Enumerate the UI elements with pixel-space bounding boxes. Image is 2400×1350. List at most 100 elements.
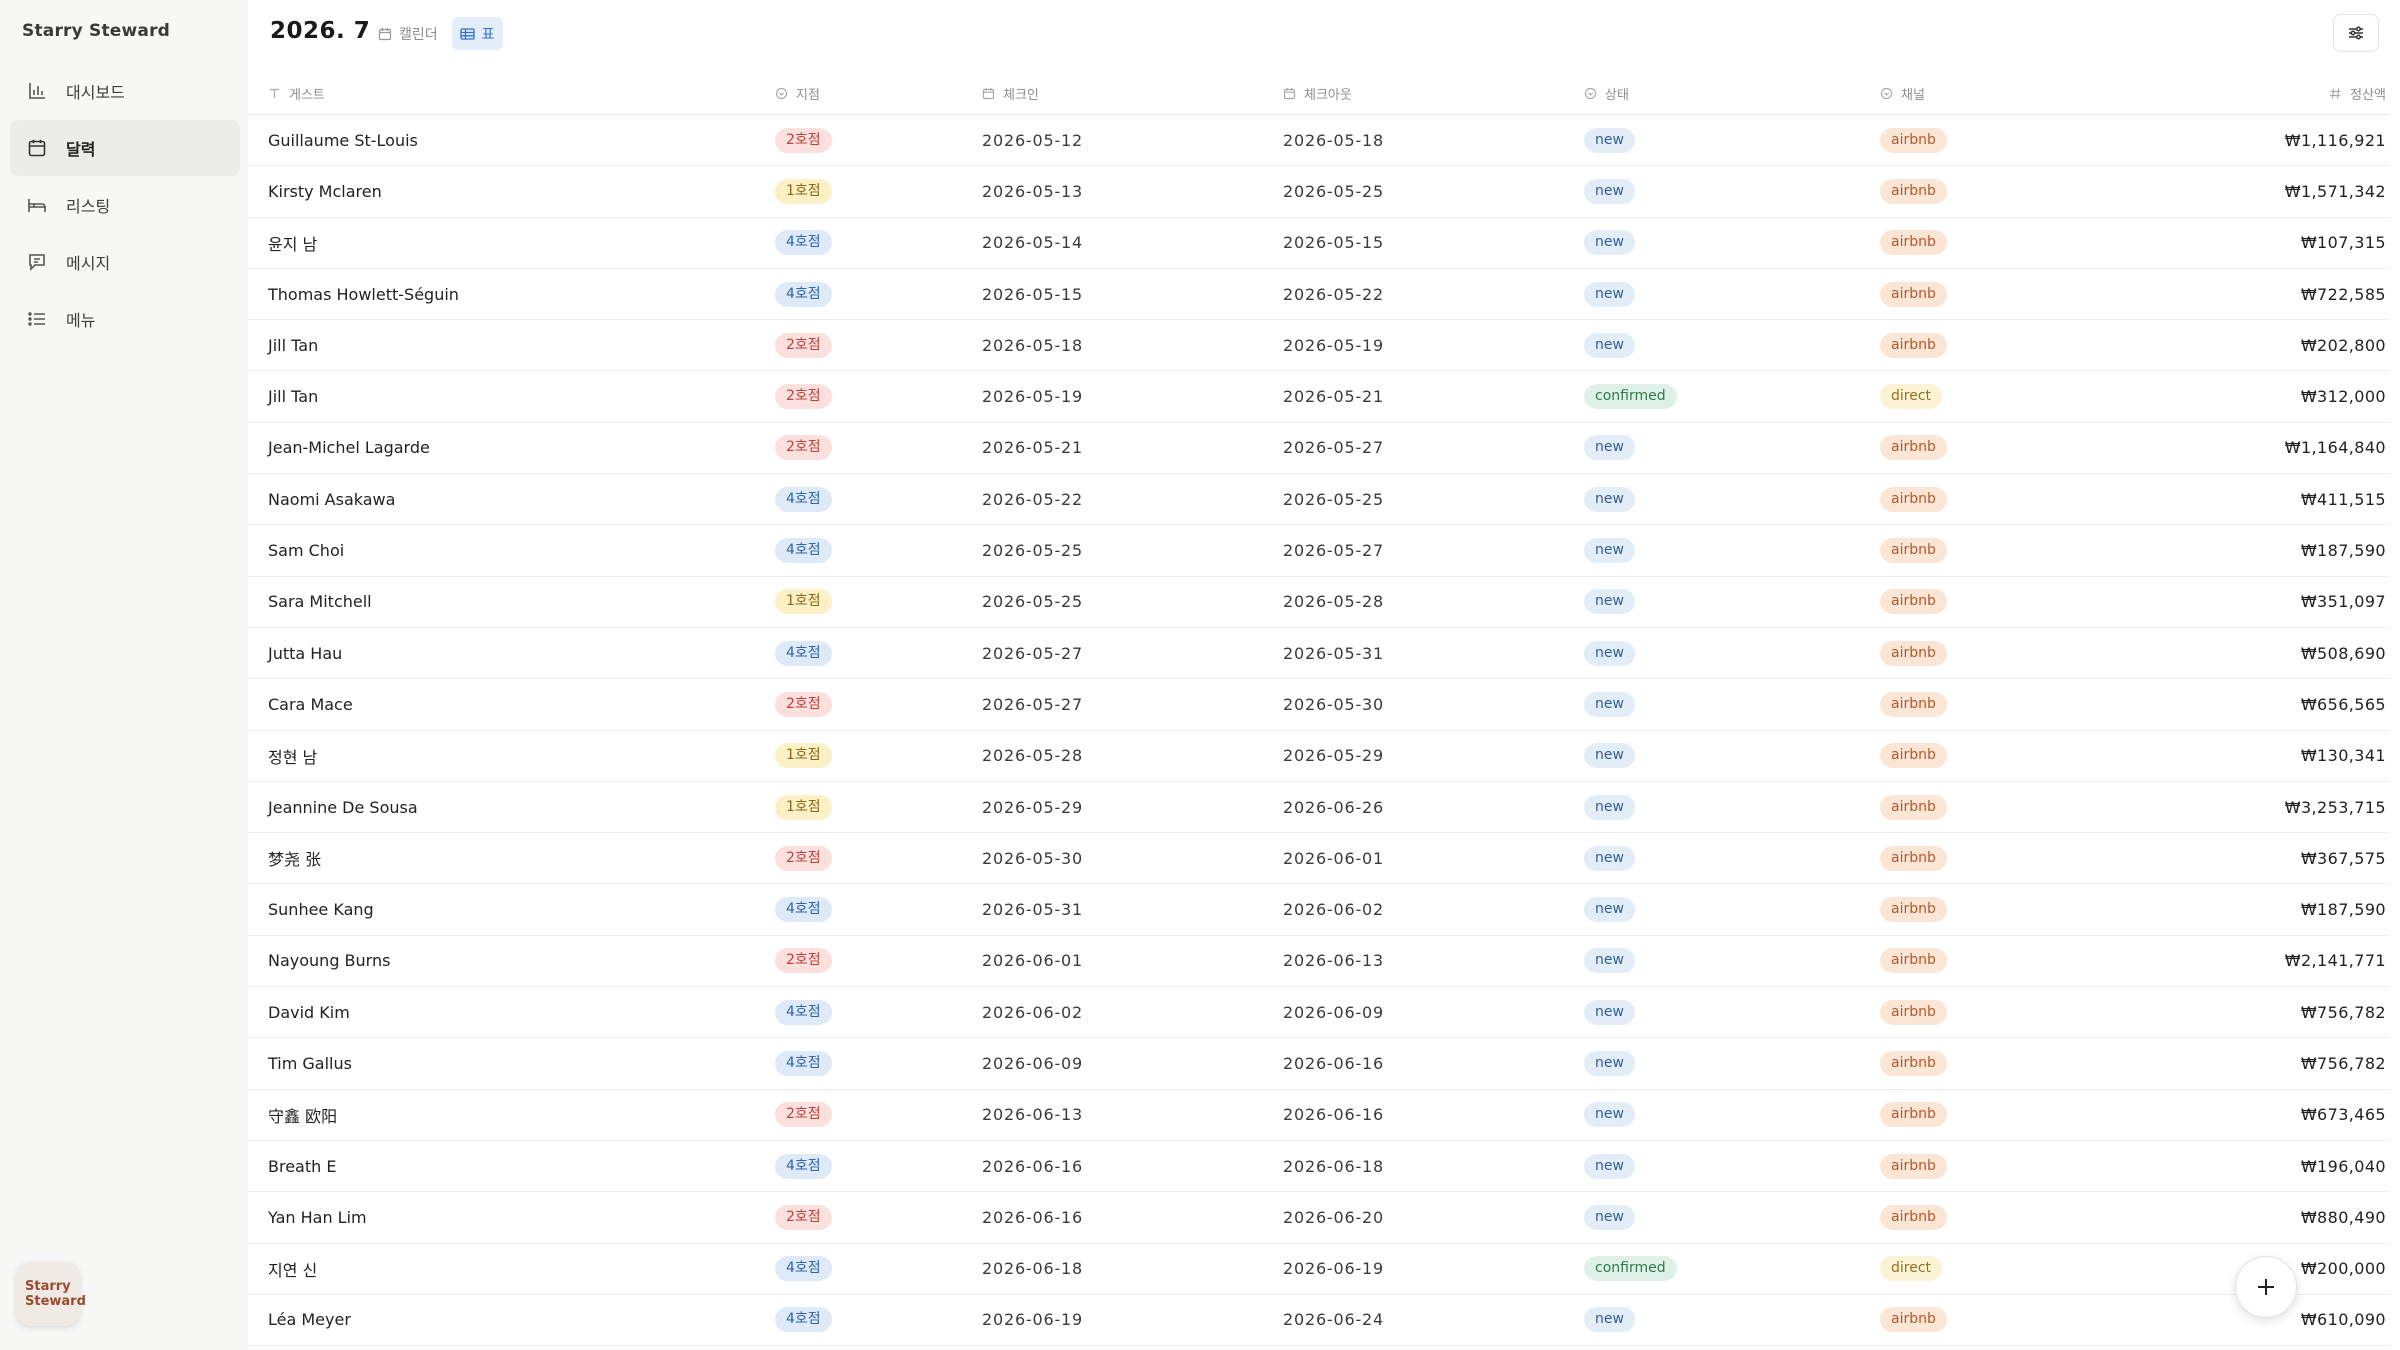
branch-cell: 4호점 [762,538,980,564]
sidebar-item-listing[interactable]: 리스팅 [10,177,240,233]
settlement-amount: ₩1,164,840 [2284,438,2386,458]
settlement-amount: ₩3,253,715 [2284,797,2386,817]
table-row[interactable]: Jill Tan 2호점 2026-05-18 2026-05-19 new airbnb… [248,320,2390,372]
branch-cell: 2호점 [762,948,980,974]
checkout-date: 2026-06-19 [1283,1259,1384,1279]
table-row[interactable]: Breath E 4호점 2026-06-16 2026-06-18 new airbnb… [248,1141,2390,1193]
table-row[interactable]: David Kim 4호점 2026-06-02 2026-06-09 new airbn… [248,987,2390,1039]
sidebar-item-dashboard[interactable]: 대시보드 [10,63,240,119]
channel-badge: airbnb [1880,794,1947,820]
sidebar-item-messages[interactable]: 메시지 [10,234,240,290]
branch-badge: 4호점 [775,1153,832,1179]
checkout-date: 2026-05-19 [1283,335,1384,355]
channel-cell: airbnb [1880,1102,2180,1128]
column-header-status[interactable]: 상태 [1583,84,1880,103]
channel-cell: airbnb [1880,794,2180,820]
checkin-date: 2026-05-14 [982,233,1083,253]
table-row[interactable]: Yan Han Lim 2호점 2026-06-16 2026-06-20 new air… [248,1192,2390,1244]
checkout-date: 2026-06-16 [1283,1105,1384,1125]
table-row[interactable]: Thomas Howlett-Séguin 4호점 2026-05-15 2026-0… [248,269,2390,321]
status-cell: confirmed [1583,384,1880,410]
branch-cell: 1호점 [762,743,980,769]
table-row[interactable]: Tim Gallus 4호점 2026-06-09 2026-06-16 new airb… [248,1038,2390,1090]
guest-name: Jill Tan [268,387,319,407]
branch-badge: 1호점 [775,589,832,615]
table-row[interactable]: Léa Meyer 4호점 2026-06-19 2026-06-24 new airbn… [248,1295,2390,1347]
checkout-date: 2026-06-18 [1283,1156,1384,1176]
table-row[interactable]: Cara Mace 2호점 2026-05-27 2026-05-30 new airbn… [248,679,2390,731]
table-row[interactable]: Jutta Hau 4호점 2026-05-27 2026-05-31 new airbn… [248,628,2390,680]
table-row[interactable]: Naomi Asakawa 4호점 2026-05-22 2026-05-25 new a… [248,474,2390,526]
status-cell: new [1583,845,1880,871]
sidebar-item-label: 메시지 [66,254,111,273]
settlement-amount: ₩367,575 [2300,848,2386,868]
checkout-date: 2026-05-18 [1283,130,1384,150]
bar-chart-icon [26,80,48,102]
channel-badge: airbnb [1880,538,1947,564]
checkout-date: 2026-05-27 [1283,541,1384,561]
status-badge: new [1584,691,1635,717]
checkout-date: 2026-06-26 [1283,797,1384,817]
app-logo[interactable]: Starry Steward [16,1262,86,1326]
channel-badge: airbnb [1880,230,1947,256]
table-row[interactable]: Sam Choi 4호점 2026-05-25 2026-05-27 new airbnb… [248,525,2390,577]
checkout-date: 2026-06-13 [1283,951,1384,971]
status-cell: new [1583,127,1880,153]
table-row[interactable]: 윤지 남 4호점 2026-05-14 2026-05-15 new airbnb ₩107… [248,218,2390,269]
table-view-button[interactable]: 표 [451,17,503,50]
table-view-label: 표 [481,26,495,43]
status-badge: new [1584,1307,1635,1333]
table-row[interactable]: Sunhee Kang 4호점 2026-05-31 2026-06-02 new air… [248,884,2390,936]
settlement-amount: ₩880,490 [2300,1207,2386,1227]
channel-badge: airbnb [1880,1102,1947,1128]
status-badge: new [1584,1050,1635,1076]
table-row[interactable]: Sara Mitchell 1호점 2026-05-25 2026-05-28 new a… [248,577,2390,628]
table-row[interactable]: 지연 신 4호점 2026-06-18 2026-06-19 confirmed dire… [248,1244,2390,1295]
status-cell: new [1583,1102,1880,1128]
add-reservation-button[interactable] [2235,1256,2297,1318]
table-row[interactable]: Guillaume St-Louis 2호점 2026-05-12 2026-05-1… [248,115,2390,167]
status-cell: new [1583,999,1880,1025]
settlement-amount: ₩2,141,771 [2284,951,2386,971]
checkin-date: 2026-05-25 [982,541,1083,561]
sidebar-item-label: 리스팅 [66,197,111,216]
column-header-amount[interactable]: 정산액 [2180,84,2390,103]
status-cell: new [1583,178,1880,204]
reservations-table: 게스트 지점 체크인 체크아웃 상태 채널 정산액 Guillaume St-L… [248,72,2390,1347]
branch-badge: 4호점 [775,1256,832,1282]
column-header-channel[interactable]: 채널 [1880,84,2180,103]
page-header: 2026. 7 캘린더 표 [248,0,2400,66]
status-badge: new [1584,999,1635,1025]
table-row[interactable]: Jeannine De Sousa 1호점 2026-05-29 2026-06-26… [248,782,2390,834]
settlement-amount: ₩508,690 [2300,643,2386,663]
table-row[interactable]: 梦尧 张 2호점 2026-05-30 2026-06-01 new airbnb ₩367… [248,833,2390,885]
status-badge: new [1584,640,1635,666]
status-badge: new [1584,1102,1635,1128]
table-row[interactable]: 守鑫 欧阳 2호점 2026-06-13 2026-06-16 new airbnb ₩67… [248,1090,2390,1141]
table-row[interactable]: Kirsty Mclaren 1호점 2026-05-13 2026-05-25 new… [248,166,2390,218]
checkout-date: 2026-05-27 [1283,438,1384,458]
checkin-date: 2026-06-19 [982,1310,1083,1330]
channel-badge: airbnb [1880,999,1947,1025]
column-header-checkout[interactable]: 체크아웃 [1281,84,1583,103]
table-row[interactable]: Jill Tan 2호점 2026-05-19 2026-05-21 confirmed… [248,371,2390,423]
settlement-amount: ₩756,782 [2300,1053,2386,1073]
column-header-guest[interactable]: 게스트 [248,84,762,103]
status-badge: new [1584,332,1635,358]
calendar-view-button[interactable]: 캘린더 [370,17,446,50]
table-row[interactable]: Nayoung Burns 2호점 2026-06-01 2026-06-13 new a… [248,936,2390,988]
branch-badge: 1호점 [775,743,832,769]
column-header-checkin[interactable]: 체크인 [980,84,1281,103]
checkin-date: 2026-05-21 [982,438,1083,458]
checkout-date: 2026-06-01 [1283,848,1384,868]
table-row[interactable]: Jean-Michel Lagarde 2호점 2026-05-21 2026-05-… [248,423,2390,475]
channel-cell: airbnb [1880,230,2180,256]
checkin-date: 2026-05-31 [982,900,1083,920]
column-header-branch[interactable]: 지점 [762,84,980,103]
table-row[interactable]: 정현 남 1호점 2026-05-28 2026-05-29 new airbnb ₩130… [248,731,2390,782]
settings-button[interactable] [2333,14,2379,52]
channel-cell: airbnb [1880,1204,2180,1230]
sidebar-item-menu[interactable]: 메뉴 [10,291,240,347]
checkin-date: 2026-06-01 [982,951,1083,971]
sidebar-item-calendar[interactable]: 달력 [10,120,240,176]
